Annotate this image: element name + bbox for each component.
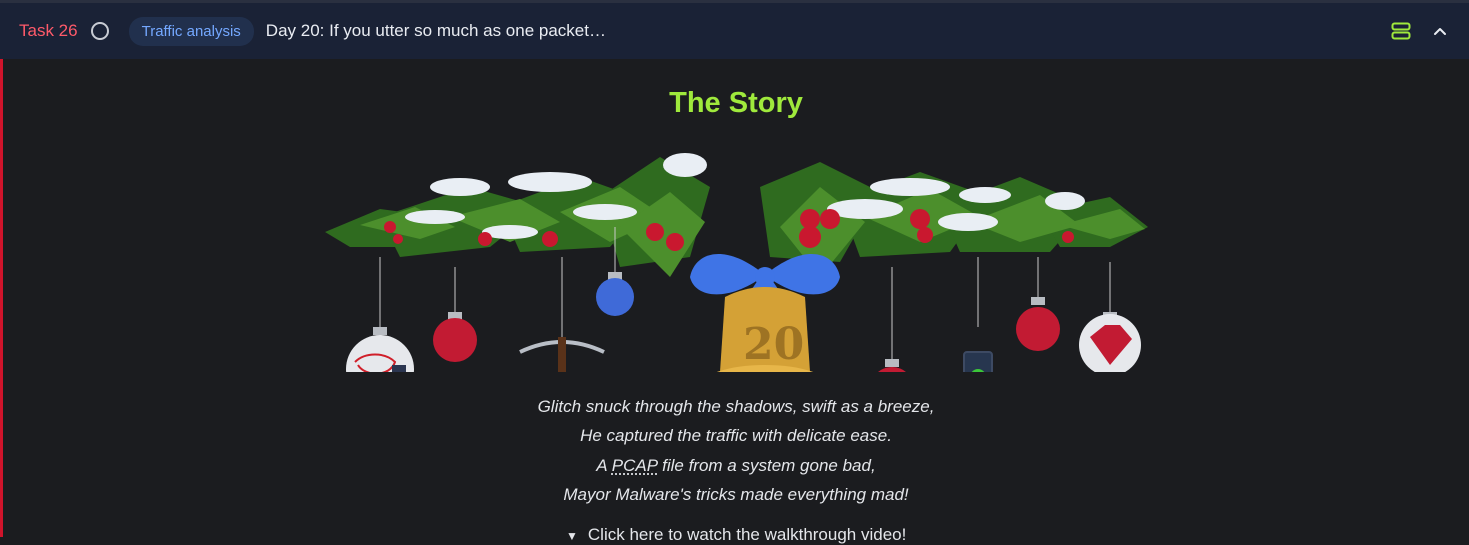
disclosure-triangle-icon: ▼ bbox=[566, 529, 578, 543]
poem-line: Mayor Malware's tricks made everything m… bbox=[3, 480, 1469, 509]
story-heading: The Story bbox=[3, 87, 1469, 120]
task-number-label: Task 26 bbox=[19, 21, 78, 41]
poem-text: A bbox=[596, 456, 611, 475]
bell-number-label: 20 bbox=[743, 319, 804, 370]
walkthrough-label: Click here to watch the walkthrough vide… bbox=[588, 525, 906, 544]
poem-line: He captured the traffic with delicate ea… bbox=[3, 421, 1469, 450]
christmas-garland-illustration: 20 bbox=[320, 147, 1150, 372]
server-icon[interactable] bbox=[1391, 22, 1411, 40]
poem-line: Glitch snuck through the shadows, swift … bbox=[3, 392, 1469, 421]
poem-line: A PCAP file from a system gone bad, bbox=[3, 451, 1469, 480]
walkthrough-video-toggle[interactable]: ▼ Click here to watch the walkthrough vid… bbox=[566, 525, 906, 545]
collapse-chevron-up-icon[interactable] bbox=[1433, 26, 1447, 36]
task-title: Day 20: If you utter so much as one pack… bbox=[266, 21, 606, 41]
pcap-abbreviation: PCAP bbox=[612, 456, 658, 475]
task-content: The Story 20 Glitch snuck through the sh… bbox=[0, 59, 1469, 537]
task-status-circle-icon bbox=[91, 22, 109, 40]
task-header[interactable]: Task 26 Traffic analysis Day 20: If you … bbox=[0, 3, 1469, 59]
poem-text: file from a system gone bad, bbox=[657, 456, 875, 475]
task-tag-badge: Traffic analysis bbox=[129, 17, 254, 46]
story-poem: Glitch snuck through the shadows, swift … bbox=[3, 392, 1469, 509]
